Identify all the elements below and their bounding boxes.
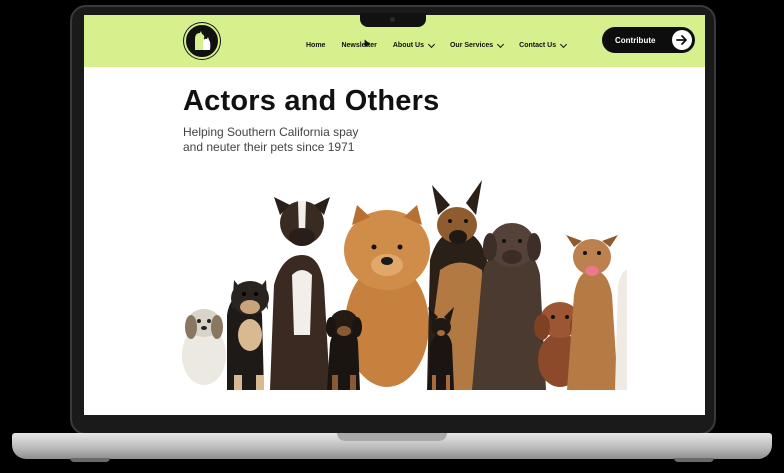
nav-item-about-us[interactable]: About Us <box>392 40 436 49</box>
browser-viewport: Home Newsletter About Us Our Services Co… <box>84 15 705 415</box>
shih-tzu-dog <box>182 309 226 385</box>
nav-item-contact-us[interactable]: Contact Us <box>519 40 568 49</box>
nav-label: Home <box>306 42 326 49</box>
chevron-down-icon <box>427 40 436 48</box>
nav-item-newsletter[interactable]: Newsletter <box>341 42 376 49</box>
nav-label: Contact Us <box>519 42 557 49</box>
laptop-foot <box>674 458 714 462</box>
hero-subtitle-line: Helping Southern California spay <box>183 125 359 139</box>
chevron-down-icon <box>560 40 568 48</box>
main-nav: Home Newsletter About Us Our Services Co… <box>306 40 582 49</box>
camera-notch <box>360 13 426 27</box>
nav-label: Newsletter <box>341 42 377 49</box>
chihuahua-dog <box>428 307 454 390</box>
dachshund-dog <box>326 310 362 390</box>
hero-subtitle: Helping Southern California spay and neu… <box>183 125 423 155</box>
contribute-label: Contribute <box>615 35 656 45</box>
nav-label: Our Services <box>449 42 494 49</box>
chocolate-labrador-dog <box>472 223 546 390</box>
boxer-dog <box>270 197 330 390</box>
arrow-right-icon <box>672 30 692 50</box>
nav-item-our-services[interactable]: Our Services <box>449 40 505 49</box>
logo-caption <box>180 57 222 60</box>
laptop-opening-groove <box>337 433 447 441</box>
black-shiba-dog <box>227 280 269 390</box>
nav-label: About Us <box>392 42 424 49</box>
partial-dog <box>615 270 627 390</box>
laptop-foot <box>70 458 110 462</box>
nav-item-home[interactable]: Home <box>306 42 325 49</box>
page-title: Actors and Others <box>183 85 440 117</box>
camera-icon <box>390 17 395 22</box>
hero-subtitle-line: and neuter their pets since 1971 <box>183 140 355 154</box>
dogs-hero-image <box>182 180 627 390</box>
contribute-button[interactable]: Contribute <box>602 27 695 53</box>
logo-icon[interactable] <box>184 23 220 59</box>
chevron-down-icon <box>497 40 505 48</box>
tan-pit-mix-dog <box>566 235 618 390</box>
dog-cat-silhouette-icon <box>195 31 211 50</box>
